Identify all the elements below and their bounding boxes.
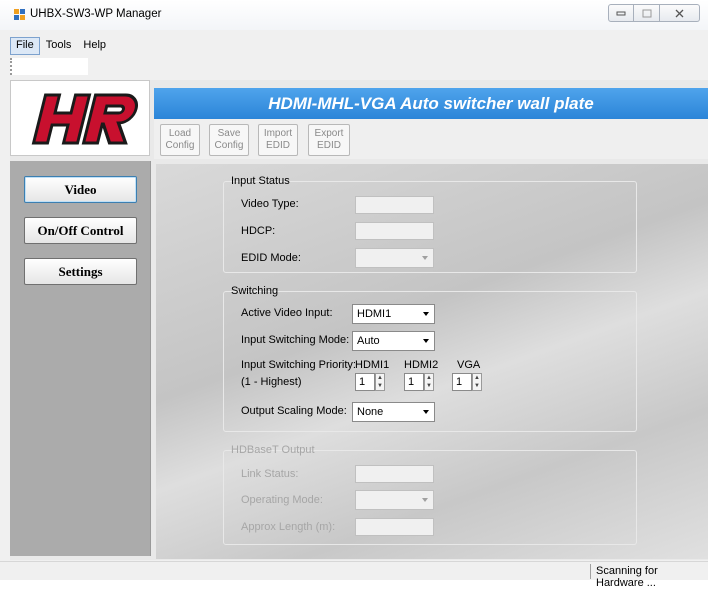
status-separator (590, 564, 591, 579)
minimize-icon (616, 11, 626, 16)
priority-vga-stepper[interactable]: ▲ ▼ (472, 373, 482, 391)
scaling-mode-label: Output Scaling Mode: (241, 405, 347, 417)
switching-mode-value: Auto (357, 335, 380, 347)
window-title: UHBX-SW3-WP Manager (30, 8, 162, 20)
maximize-icon (642, 9, 651, 17)
edid-mode-label: EDID Mode: (241, 252, 301, 264)
menu-file[interactable]: File (10, 37, 40, 55)
down-arrow-icon: ▼ (377, 383, 383, 389)
load-config-line1: Load (168, 128, 192, 139)
menu-help[interactable]: Help (77, 37, 112, 55)
chevron-down-icon (422, 256, 428, 260)
hdcp-label: HDCP: (241, 225, 276, 237)
priority-sub-label: (1 - Highest) (241, 376, 302, 388)
input-status-title: Input Status (231, 175, 290, 187)
logo-box (10, 80, 150, 156)
save-config-button[interactable]: Save Config (209, 124, 249, 156)
priority-label: Input Switching Priority: (241, 359, 356, 371)
export-edid-button[interactable]: Export EDID (308, 124, 350, 156)
main-area: HDMI-MHL-VGA Auto switcher wall plate Lo… (10, 80, 708, 560)
hdcp-field (355, 222, 434, 240)
input-status-group: Input Status Video Type: HDCP: EDID Mode… (223, 175, 637, 273)
chevron-down-icon (423, 312, 429, 316)
header-bar: HDMI-MHL-VGA Auto switcher wall plate (154, 88, 708, 119)
hdbaset-output-group: HDBaseT Output Link Status: Operating Mo… (223, 444, 637, 545)
priority-col-hdmi1: HDMI1 (355, 359, 390, 371)
link-status-field (355, 465, 434, 483)
edid-mode-select (355, 248, 434, 268)
chevron-down-icon (422, 498, 428, 502)
window-controls (608, 4, 700, 24)
priority-col-vga: VGA (457, 359, 481, 371)
status-bar: Scanning for Hardware ... (0, 561, 708, 589)
active-input-label: Active Video Input: (241, 307, 333, 319)
priority-hdmi1-stepper[interactable]: ▲ ▼ (375, 373, 385, 391)
down-arrow-icon: ▼ (426, 383, 432, 389)
priority-hdmi2-input[interactable]: 1 (404, 373, 424, 391)
link-status-label: Link Status: (241, 468, 299, 480)
tool-strip (10, 58, 88, 75)
nav-video-button[interactable]: Video (24, 176, 137, 203)
video-type-label: Video Type: (241, 198, 299, 210)
load-config-button[interactable]: Load Config (160, 124, 200, 156)
maximize-button[interactable] (634, 4, 660, 22)
operating-mode-label: Operating Mode: (241, 494, 323, 506)
export-edid-line1: Export (314, 128, 344, 139)
nav-onoff-control-button[interactable]: On/Off Control (24, 217, 137, 244)
active-input-select[interactable]: HDMI1 (352, 304, 435, 324)
scaling-mode-value: None (357, 406, 384, 418)
active-input-value: HDMI1 (357, 308, 392, 320)
export-edid-line2: EDID (317, 140, 341, 151)
app-window: UHBX-SW3-WP Manager File Tools Help HDMI… (0, 0, 708, 589)
up-arrow-icon: ▲ (426, 375, 432, 381)
chevron-down-icon (423, 339, 429, 343)
title-bar: UHBX-SW3-WP Manager (0, 0, 708, 30)
status-text: Scanning for Hardware ... (596, 565, 658, 589)
hdbaset-output-title: HDBaseT Output (231, 444, 315, 456)
left-nav: Video On/Off Control Settings (10, 161, 151, 556)
content-panel: Input Status Video Type: HDCP: EDID Mode… (156, 164, 708, 559)
switching-title: Switching (231, 285, 279, 297)
menu-bar: File Tools Help (10, 37, 112, 55)
import-edid-line2: EDID (266, 140, 290, 151)
chevron-down-icon (423, 410, 429, 414)
priority-hdmi1-input[interactable]: 1 (355, 373, 375, 391)
nav-settings-button[interactable]: Settings (24, 258, 137, 285)
import-edid-button[interactable]: Import EDID (258, 124, 298, 156)
approx-length-field (355, 518, 434, 536)
hr-logo (31, 93, 138, 145)
import-edid-line1: Import (263, 128, 293, 139)
video-type-field (355, 196, 434, 214)
save-config-line2: Config (214, 140, 244, 151)
header-title: HDMI-MHL-VGA Auto switcher wall plate (268, 94, 594, 113)
switching-mode-label: Input Switching Mode: (241, 334, 350, 346)
approx-length-label: Approx Length (m): (241, 521, 336, 533)
load-config-line2: Config (165, 140, 195, 151)
app-icon (14, 9, 25, 20)
operating-mode-select (355, 490, 434, 510)
save-config-line1: Save (217, 128, 241, 139)
priority-hdmi2-stepper[interactable]: ▲ ▼ (424, 373, 434, 391)
down-arrow-icon: ▼ (474, 383, 480, 389)
switching-group: Switching Active Video Input: HDMI1 Inpu… (223, 285, 637, 432)
menu-tools[interactable]: Tools (40, 37, 78, 55)
priority-col-hdmi2: HDMI2 (404, 359, 439, 371)
close-icon (675, 9, 684, 17)
scaling-mode-select[interactable]: None (352, 402, 435, 422)
up-arrow-icon: ▲ (377, 375, 383, 381)
switching-mode-select[interactable]: Auto (352, 331, 435, 351)
priority-vga-input[interactable]: 1 (452, 373, 472, 391)
up-arrow-icon: ▲ (474, 375, 480, 381)
toolbar: Load Config Save Config Import EDID Expo… (154, 119, 708, 159)
minimize-button[interactable] (608, 4, 634, 22)
close-button[interactable] (660, 4, 700, 22)
